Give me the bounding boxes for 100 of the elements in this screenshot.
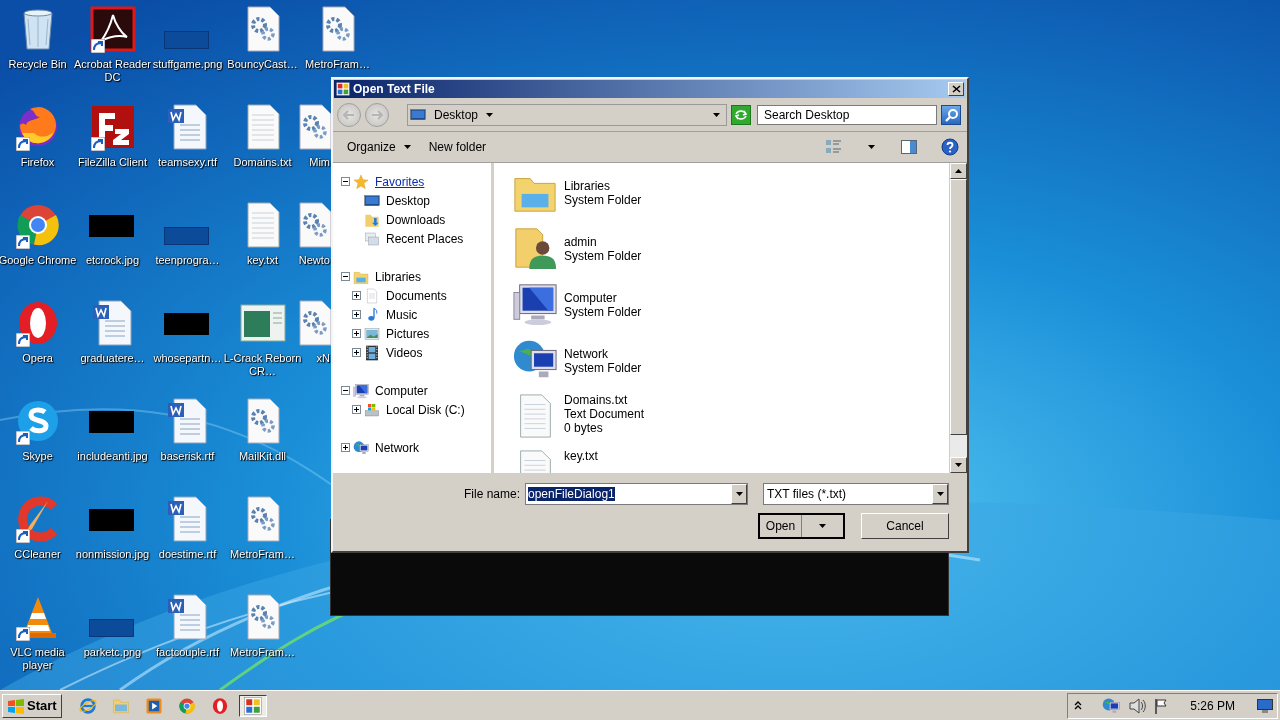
tree-item[interactable]: Downloads (386, 212, 446, 227)
expand-toggle[interactable] (352, 329, 361, 338)
caret-icon (936, 492, 944, 496)
user-folder-icon (512, 225, 558, 271)
icon-label: Domains.txt (232, 156, 293, 169)
network-icon (353, 439, 369, 456)
icon-label: includeanti.jpg (76, 450, 149, 463)
folder-icon (111, 696, 130, 715)
tree-item[interactable]: Computer (375, 383, 428, 398)
search-field[interactable]: Search Desktop (757, 105, 937, 125)
taskbar-button[interactable] (238, 694, 267, 717)
collapse-toggle[interactable] (341, 386, 350, 395)
expand-toggle[interactable] (352, 310, 361, 319)
app-icon (336, 82, 350, 96)
tree-item[interactable]: Local Disk (C:) (386, 402, 465, 417)
view-list-icon (826, 140, 842, 154)
caret-icon (403, 145, 411, 149)
thumbnail-icon (163, 227, 209, 245)
refresh-button[interactable] (731, 105, 751, 125)
down-arrow-icon (955, 463, 962, 467)
file-name[interactable]: Domains.txt (564, 393, 645, 407)
monitor-icon[interactable] (1257, 698, 1273, 713)
icon-label: etcrock.jpg (84, 254, 141, 267)
browser-icon (177, 696, 196, 715)
icon-label: MailKit.dll (237, 450, 288, 463)
monitor-icon (364, 192, 380, 209)
flag-icon[interactable] (1154, 697, 1169, 714)
thumbnail-icon (163, 31, 209, 49)
arrow-icon (343, 110, 355, 120)
up-chevron-icon[interactable] (1074, 701, 1083, 710)
icon-label: BouncyCast… (226, 58, 299, 71)
disk-drive-icon (364, 401, 380, 418)
open-button[interactable]: Open (758, 513, 845, 539)
expand-toggle[interactable] (352, 291, 361, 300)
organize-menu[interactable]: Organize (341, 137, 417, 157)
scrollbar[interactable] (949, 163, 967, 473)
icon-label: Acrobat Reader DC (73, 58, 152, 84)
tree-item[interactable]: Documents (386, 288, 447, 303)
speaker-icon[interactable] (1128, 697, 1147, 714)
address-bar[interactable]: Desktop (407, 104, 727, 126)
refresh-icon (734, 109, 748, 121)
expand-toggle[interactable] (352, 405, 361, 414)
toolbar-button[interactable]: New folder (422, 137, 493, 157)
tree-item[interactable]: Recent Places (386, 231, 464, 246)
network-icon (1102, 696, 1121, 715)
tree-item[interactable]: Network (375, 440, 419, 455)
file-name[interactable]: Libraries (564, 179, 642, 193)
help-icon[interactable] (941, 138, 959, 156)
file-detail: System Folder (564, 361, 642, 375)
file-detail: System Folder (564, 305, 642, 319)
cancel-button[interactable]: Cancel (861, 513, 949, 539)
window-title: Open Text File (353, 82, 436, 96)
collapse-toggle[interactable] (341, 177, 350, 186)
computer-icon (512, 281, 558, 327)
preview-pane-icon[interactable] (901, 140, 917, 154)
tree-item[interactable]: Libraries (375, 269, 422, 284)
thumbnail-icon (163, 313, 209, 335)
icon-label: FileZilla Client (76, 156, 149, 169)
browser-icon (78, 696, 97, 715)
up-arrow-icon (955, 169, 962, 173)
caret-icon (713, 113, 720, 117)
recent-places-icon (364, 230, 380, 247)
search-button[interactable] (941, 105, 961, 125)
tree-item[interactable]: Pictures (386, 326, 430, 341)
icon-label: factcouple.rtf (155, 646, 220, 659)
collapse-toggle[interactable] (341, 272, 350, 281)
pdf-icon (88, 5, 137, 53)
tree-item[interactable]: Desktop (386, 193, 431, 208)
thumbnail-icon (88, 411, 134, 433)
icon-label: Firefox (19, 156, 56, 169)
tree-item[interactable]: Favorites (375, 174, 425, 189)
start-button[interactable]: Start (2, 693, 62, 718)
close-button[interactable] (948, 82, 964, 96)
icon-label: Newto (298, 254, 330, 267)
thumbnail-icon (88, 509, 134, 531)
computer-icon (353, 382, 369, 399)
star-icon (353, 173, 369, 190)
icon-label: baserisk.rtf (159, 450, 216, 463)
icon-label: teenprogra… (154, 254, 221, 267)
icon-label: MetroFram… (229, 548, 296, 561)
caret-icon (868, 145, 875, 149)
file-name[interactable]: key.txt (564, 449, 598, 463)
windows-logo-icon (7, 697, 25, 714)
thumbnail-icon (88, 619, 134, 637)
icon-label: Google Chrome (0, 254, 77, 267)
media-player-icon (144, 696, 163, 715)
icon-label: MetroFram… (229, 646, 296, 659)
file-name[interactable]: admin (564, 235, 642, 249)
expand-toggle[interactable] (352, 348, 361, 357)
clock: 5:26 PM (1190, 698, 1235, 713)
file-name[interactable]: Network (564, 347, 642, 361)
icon-label: key.txt (246, 254, 279, 267)
file-name-field[interactable]: openFileDialog1 (525, 483, 748, 505)
search-icon (944, 108, 958, 122)
file-type-dropdown[interactable]: TXT files (*.txt) (763, 483, 949, 505)
file-name[interactable]: Computer (564, 291, 642, 305)
expand-toggle[interactable] (341, 443, 350, 452)
tree-item[interactable]: Music (386, 307, 418, 322)
tree-item[interactable]: Videos (386, 345, 423, 360)
caret-icon (735, 492, 743, 496)
